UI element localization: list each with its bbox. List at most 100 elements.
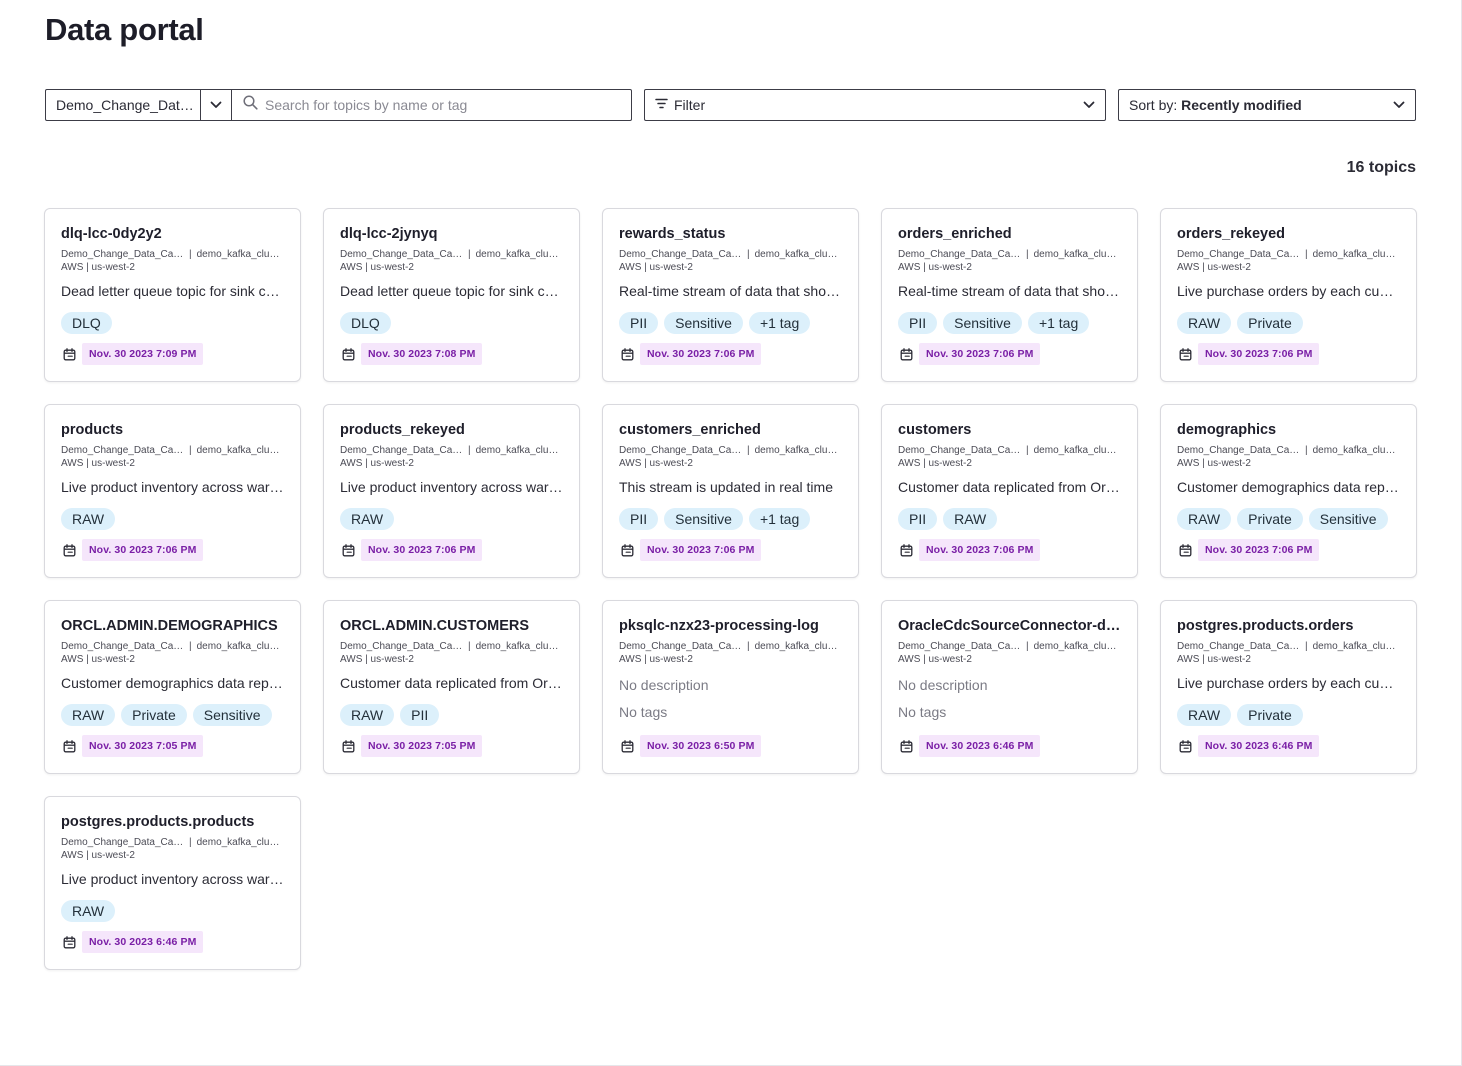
tag-badge[interactable]: RAW — [1177, 704, 1232, 726]
tag-badge[interactable]: RAW — [61, 704, 116, 726]
chevron-down-icon[interactable] — [200, 90, 231, 120]
tag-badge[interactable]: RAW — [1177, 312, 1232, 334]
topic-region: AWS | us-west-2 — [619, 262, 693, 273]
topic-card[interactable]: customers Demo_Change_Data_Capture | dem… — [881, 404, 1138, 578]
topic-name[interactable]: customers — [898, 422, 1121, 440]
topic-tags: RAW Private — [1177, 312, 1400, 334]
topic-card[interactable]: demographics Demo_Change_Data_Capture | … — [1160, 404, 1417, 578]
topic-name[interactable]: dlq-lcc-0dy2y2 — [61, 226, 284, 244]
tag-badge[interactable]: Private — [1237, 704, 1303, 726]
topic-card[interactable]: OracleCdcSourceConnector-demo Demo_Chang… — [881, 600, 1138, 774]
search-box[interactable] — [231, 89, 632, 121]
topic-region: AWS | us-west-2 — [898, 458, 972, 469]
tag-badge[interactable]: Private — [121, 704, 187, 726]
tag-badge[interactable]: Sensitive — [1308, 508, 1388, 530]
topic-location: Demo_Change_Data_Capture | demo_kafka_cl… — [1177, 249, 1400, 260]
tag-badge[interactable]: RAW — [1177, 508, 1232, 530]
tag-badge[interactable]: DLQ — [340, 312, 391, 334]
tag-badge[interactable]: PII — [898, 312, 938, 334]
environment-select[interactable]: Demo_Change_Data_Capture — [45, 89, 232, 121]
tag-badge[interactable]: PII — [619, 312, 659, 334]
tag-badge[interactable]: DLQ — [61, 312, 112, 334]
topic-name[interactable]: ORCL.ADMIN.DEMOGRAPHICS — [61, 618, 284, 636]
tag-badge[interactable]: RAW — [943, 508, 998, 530]
topic-location: Demo_Change_Data_Capture | demo_kafka_cl… — [340, 249, 563, 260]
topic-name[interactable]: customers_enriched — [619, 422, 842, 440]
topic-location: Demo_Change_Data_Capture | demo_kafka_cl… — [61, 837, 284, 848]
tag-badge[interactable]: Private — [1237, 312, 1303, 334]
topic-card[interactable]: products Demo_Change_Data_Capture | demo… — [44, 404, 301, 578]
topic-name[interactable]: products — [61, 422, 284, 440]
tag-badge[interactable]: Sensitive — [664, 508, 743, 530]
sort-dropdown[interactable]: Sort by: Recently modified — [1118, 89, 1416, 121]
topic-region: AWS | us-west-2 — [340, 458, 414, 469]
search-icon — [243, 95, 258, 115]
topic-name[interactable]: pksqlc-nzx23-processing-log — [619, 618, 842, 636]
tag-badge[interactable]: Sensitive — [664, 312, 743, 334]
topic-name[interactable]: postgres.products.products — [61, 814, 284, 832]
topic-cluster: demo_kafka_cluster — [196, 445, 282, 456]
topic-card[interactable]: customers_enriched Demo_Change_Data_Capt… — [602, 404, 859, 578]
topic-name[interactable]: orders_rekeyed — [1177, 226, 1400, 244]
tag-badge[interactable]: RAW — [61, 508, 116, 530]
topic-location: Demo_Change_Data_Capture | demo_kafka_cl… — [340, 641, 563, 652]
filter-dropdown[interactable]: Filter — [644, 89, 1106, 121]
tag-badge[interactable]: RAW — [340, 508, 395, 530]
tag-badge[interactable]: PII — [898, 508, 938, 530]
topic-description: Customer data replicated from Oracle — [340, 675, 563, 691]
topic-name[interactable]: orders_enriched — [898, 226, 1121, 244]
topic-description: No description — [898, 677, 988, 693]
topic-name[interactable]: rewards_status — [619, 226, 842, 244]
topic-card[interactable]: postgres.products.products Demo_Change_D… — [44, 796, 301, 970]
tag-badge[interactable]: Private — [1237, 508, 1303, 530]
modified-date: Nov. 30 2023 7:06 PM — [1198, 539, 1320, 561]
topic-tags: DLQ — [340, 312, 563, 334]
topic-card[interactable]: postgres.products.orders Demo_Change_Dat… — [1160, 600, 1417, 774]
topic-card[interactable]: pksqlc-nzx23-processing-log Demo_Change_… — [602, 600, 859, 774]
topic-card[interactable]: dlq-lcc-0dy2y2 Demo_Change_Data_Capture … — [44, 208, 301, 382]
topic-modified: Nov. 30 2023 7:06 PM — [619, 343, 762, 365]
topic-card[interactable]: products_rekeyed Demo_Change_Data_Captur… — [323, 404, 580, 578]
topic-name[interactable]: products_rekeyed — [340, 422, 563, 440]
topic-card[interactable]: dlq-lcc-2jynyq Demo_Change_Data_Capture … — [323, 208, 580, 382]
separator: | — [1305, 249, 1308, 260]
tag-badge[interactable]: RAW — [340, 704, 395, 726]
topic-card[interactable]: ORCL.ADMIN.DEMOGRAPHICS Demo_Change_Data… — [44, 600, 301, 774]
sort-prefix: Sort by: — [1129, 97, 1178, 113]
topic-description: Live purchase orders by each customer — [1177, 283, 1400, 299]
topic-environment: Demo_Change_Data_Capture — [898, 641, 1022, 652]
topic-description: Live purchase orders by each customer — [1177, 675, 1400, 691]
tag-badge[interactable]: RAW — [61, 900, 116, 922]
topic-description: Customer demographics data replicated — [1177, 479, 1400, 495]
topic-name[interactable]: demographics — [1177, 422, 1400, 440]
topic-name[interactable]: postgres.products.orders — [1177, 618, 1400, 636]
separator: | — [468, 249, 471, 260]
topic-location: Demo_Change_Data_Capture | demo_kafka_cl… — [340, 445, 563, 456]
topic-modified: Nov. 30 2023 6:46 PM — [61, 931, 204, 953]
sort-value: Recently modified — [1181, 97, 1302, 113]
tag-badge[interactable]: +1 tag — [1027, 312, 1090, 334]
tag-badge[interactable]: Sensitive — [192, 704, 272, 726]
topic-card[interactable]: orders_enriched Demo_Change_Data_Capture… — [881, 208, 1138, 382]
tag-badge[interactable]: +1 tag — [748, 508, 811, 530]
topic-cluster: demo_kafka_cluster — [475, 445, 561, 456]
tag-badge[interactable]: PII — [619, 508, 659, 530]
search-input[interactable] — [265, 97, 605, 113]
topic-description: Customer demographics data replicated — [61, 675, 284, 691]
topic-name[interactable]: OracleCdcSourceConnector-demo — [898, 618, 1121, 636]
topic-tags: RAW — [61, 508, 284, 530]
topic-card[interactable]: orders_rekeyed Demo_Change_Data_Capture … — [1160, 208, 1417, 382]
tag-badge[interactable]: PII — [400, 704, 440, 726]
environment-select-value: Demo_Change_Data_Capture — [56, 97, 200, 113]
topic-card[interactable]: ORCL.ADMIN.CUSTOMERS Demo_Change_Data_Ca… — [323, 600, 580, 774]
sort-label: Sort by: Recently modified — [1129, 97, 1393, 113]
tag-badge[interactable]: Sensitive — [943, 312, 1022, 334]
topic-name[interactable]: dlq-lcc-2jynyq — [340, 226, 563, 244]
tag-badge[interactable]: +1 tag — [748, 312, 811, 334]
topic-name[interactable]: ORCL.ADMIN.CUSTOMERS — [340, 618, 563, 636]
topic-card[interactable]: rewards_status Demo_Change_Data_Capture … — [602, 208, 859, 382]
topic-modified: Nov. 30 2023 6:50 PM — [619, 735, 762, 757]
modified-date: Nov. 30 2023 7:05 PM — [82, 735, 204, 757]
topic-region: AWS | us-west-2 — [1177, 458, 1251, 469]
topic-tags: RAW Private Sensitive — [61, 704, 284, 726]
